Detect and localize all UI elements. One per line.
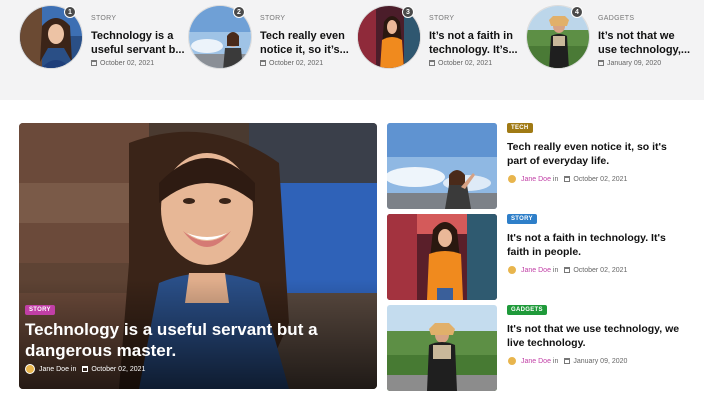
trending-category[interactable]: STORY (260, 15, 285, 22)
side-post-2[interactable]: STORY It's not a faith in technology. It… (387, 214, 687, 300)
calendar-icon (564, 176, 571, 182)
trending-category[interactable]: STORY (429, 15, 454, 22)
trending-rank-badge: 1 (64, 6, 76, 18)
side-post-author[interactable]: Jane Doe (521, 176, 551, 183)
trending-date-text: October 02, 2021 (100, 60, 155, 67)
trending-item-2[interactable]: 2 STORY Tech really even notice it, so i… (188, 5, 356, 73)
side-post-date: January 09, 2020 (573, 358, 628, 365)
side-post-category-badge[interactable]: TECH (507, 123, 533, 133)
calendar-icon (91, 60, 97, 66)
trending-title-text[interactable]: It’s not that we use technology,... (598, 29, 692, 57)
side-post-author[interactable]: Jane Doe (521, 267, 551, 274)
trending-date: October 02, 2021 (429, 60, 492, 67)
trending-date: October 02, 2021 (91, 60, 154, 67)
side-post-in-word: in (552, 267, 559, 274)
trending-title[interactable]: Tech really even notice it, so it’s... (260, 29, 354, 57)
trending-category[interactable]: GADGETS (598, 15, 634, 22)
trending-title[interactable]: It’s not a faith in technology. It’s... (429, 29, 523, 57)
side-post-meta: Jane Doe in October 02, 2021 (507, 265, 627, 275)
side-post-1[interactable]: TECH Tech really even notice it, so it's… (387, 123, 687, 209)
side-post-thumbnail[interactable] (387, 123, 497, 209)
side-post-meta: Jane Doe in October 02, 2021 (507, 174, 627, 184)
trending-title[interactable]: Technology is a useful servant b... (91, 29, 185, 57)
featured-post[interactable]: STORY Technology is a useful servant but… (19, 123, 377, 389)
side-post-in-word: in (552, 358, 559, 365)
avatar-icon[interactable] (507, 174, 517, 184)
calendar-icon (429, 60, 435, 66)
side-post-thumbnail[interactable] (387, 305, 497, 391)
trending-category[interactable]: STORY (91, 15, 116, 22)
side-post-title[interactable]: It's not that we use technology, we live… (507, 322, 687, 350)
trending-rank-badge: 4 (571, 6, 583, 18)
avatar-icon[interactable] (507, 265, 517, 275)
calendar-icon (564, 267, 571, 273)
avatar-icon[interactable] (25, 364, 35, 374)
side-post-category-badge[interactable]: GADGETS (507, 305, 547, 315)
trending-rank-badge: 2 (233, 6, 245, 18)
side-post-date: October 02, 2021 (573, 176, 628, 183)
featured-in-word: in (70, 366, 77, 373)
featured-title[interactable]: Technology is a useful servant but a dan… (25, 319, 345, 361)
trending-date-text: October 02, 2021 (269, 60, 324, 67)
trending-item-4[interactable]: 4 GADGETS It’s not that we use technolog… (526, 5, 694, 73)
calendar-icon (82, 366, 89, 372)
trending-title-text[interactable]: It’s not a faith in technology. It’s... (429, 29, 523, 57)
avatar-icon[interactable] (507, 356, 517, 366)
calendar-icon (598, 60, 604, 66)
featured-meta: Jane Doe in October 02, 2021 (25, 364, 145, 374)
featured-author[interactable]: Jane Doe (39, 366, 69, 373)
trending-strip: 1 STORY Technology is a useful servant b… (0, 0, 704, 100)
side-post-meta: Jane Doe in January 09, 2020 (507, 356, 627, 366)
side-post-3[interactable]: GADGETS It's not that we use technology,… (387, 305, 687, 391)
calendar-icon (564, 358, 571, 364)
side-post-title[interactable]: It's not a faith in technology. It's fai… (507, 231, 687, 259)
trending-date-text: January 09, 2020 (607, 60, 662, 67)
featured-category-badge[interactable]: STORY (25, 305, 55, 315)
calendar-icon (260, 60, 266, 66)
side-post-in-word: in (552, 176, 559, 183)
side-post-category-badge[interactable]: STORY (507, 214, 537, 224)
featured-date: October 02, 2021 (91, 366, 146, 373)
trending-item-3[interactable]: 3 STORY It’s not a faith in technology. … (357, 5, 525, 73)
side-post-thumbnail[interactable] (387, 214, 497, 300)
trending-date: January 09, 2020 (598, 60, 661, 67)
trending-item-1[interactable]: 1 STORY Technology is a useful servant b… (19, 5, 187, 73)
trending-title-text[interactable]: Tech really even notice it, so it’s... (260, 29, 354, 57)
trending-title-text[interactable]: Technology is a useful servant b... (91, 29, 185, 57)
trending-rank-badge: 3 (402, 6, 414, 18)
trending-date-text: October 02, 2021 (438, 60, 493, 67)
side-post-title[interactable]: Tech really even notice it, so it's part… (507, 140, 687, 168)
side-post-date: October 02, 2021 (573, 267, 628, 274)
trending-date: October 02, 2021 (260, 60, 323, 67)
side-post-author[interactable]: Jane Doe (521, 358, 551, 365)
trending-title[interactable]: It’s not that we use technology,... (598, 29, 692, 57)
